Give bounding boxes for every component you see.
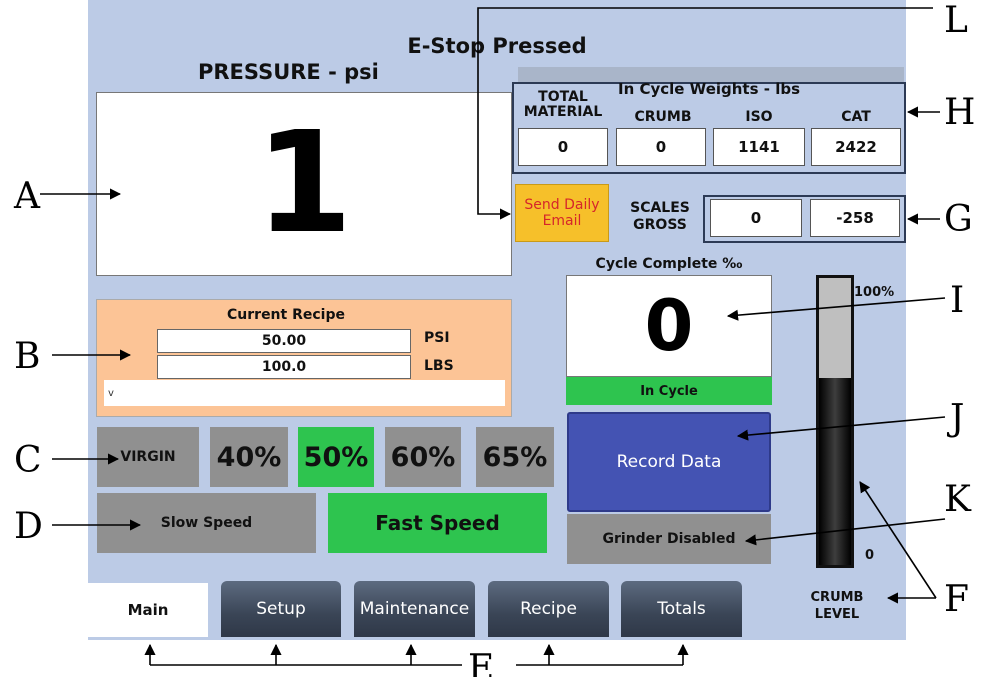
callout-e: E <box>468 648 495 677</box>
arrow-l <box>477 7 933 220</box>
arrow-k <box>744 518 946 546</box>
arrow-j <box>736 416 946 441</box>
callout-f: F <box>944 579 969 620</box>
callout-a: A <box>14 176 40 217</box>
arrow-f-2 <box>859 481 937 599</box>
callout-h: H <box>944 92 976 133</box>
callout-arrows <box>40 7 946 666</box>
callout-k: K <box>944 479 971 520</box>
callout-d: D <box>14 506 43 547</box>
callout-i: I <box>950 280 965 321</box>
callout-c: C <box>14 440 42 481</box>
callout-l: L <box>944 0 968 41</box>
arrow-i <box>726 297 946 321</box>
callout-g: G <box>944 199 973 240</box>
callout-j: J <box>950 398 965 439</box>
callout-b: B <box>14 336 41 377</box>
